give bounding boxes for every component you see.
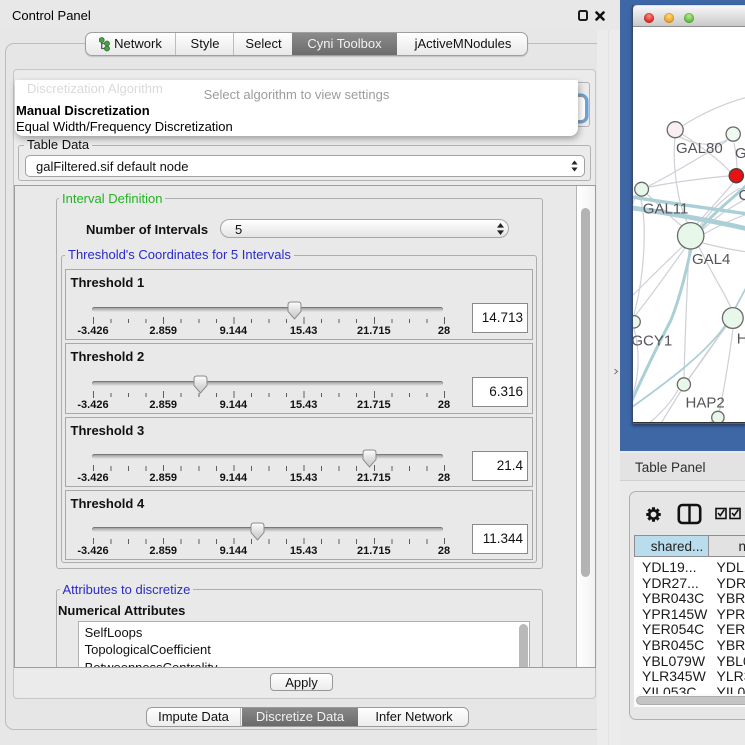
- svg-text:GAL11: GAL11: [642, 201, 688, 218]
- svg-text:GAL4: GAL4: [692, 251, 730, 268]
- svg-text:H: H: [736, 331, 745, 348]
- svg-text:GCY1: GCY1: [633, 332, 672, 349]
- svg-text:HAP2: HAP2: [685, 394, 724, 411]
- svg-text:GA: GA: [735, 145, 745, 162]
- svg-text:C: C: [738, 187, 745, 204]
- svg-text:GAL80: GAL80: [676, 140, 723, 157]
